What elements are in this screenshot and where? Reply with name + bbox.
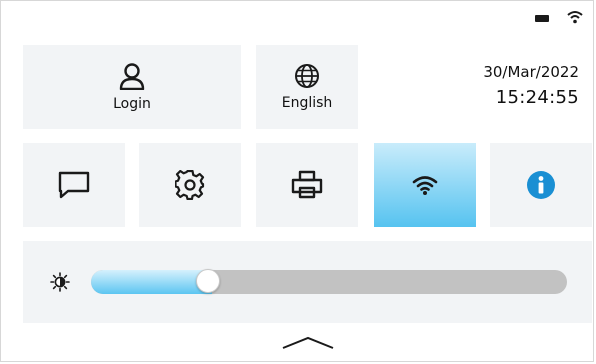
user-icon bbox=[119, 63, 145, 90]
collapse-chevron-icon[interactable] bbox=[279, 334, 337, 352]
login-label: Login bbox=[113, 96, 151, 112]
time-text: 15:24:55 bbox=[495, 87, 579, 108]
wifi-status-icon bbox=[567, 11, 583, 24]
quick-settings-panel: Login English 30/Mar/2022 15:24:55 bbox=[0, 0, 594, 362]
info-button[interactable] bbox=[490, 143, 592, 227]
brightness-slider[interactable] bbox=[91, 270, 567, 294]
chat-icon bbox=[58, 171, 90, 199]
battery-icon bbox=[535, 15, 549, 22]
brightness-slider-fill bbox=[91, 270, 213, 294]
date-text: 30/Mar/2022 bbox=[483, 63, 579, 81]
language-label: English bbox=[281, 95, 333, 111]
brightness-icon bbox=[50, 272, 70, 292]
wifi-button[interactable] bbox=[374, 143, 476, 227]
settings-button[interactable] bbox=[139, 143, 241, 227]
login-button[interactable]: Login bbox=[23, 45, 241, 129]
globe-icon bbox=[295, 64, 319, 88]
gear-icon bbox=[175, 170, 205, 200]
printer-icon bbox=[291, 170, 323, 199]
messages-button[interactable] bbox=[23, 143, 125, 227]
info-icon bbox=[527, 171, 555, 199]
language-button[interactable]: English bbox=[256, 45, 358, 129]
wifi-icon bbox=[412, 176, 438, 195]
datetime-display: 30/Mar/2022 15:24:55 bbox=[483, 63, 579, 108]
print-button[interactable] bbox=[256, 143, 358, 227]
